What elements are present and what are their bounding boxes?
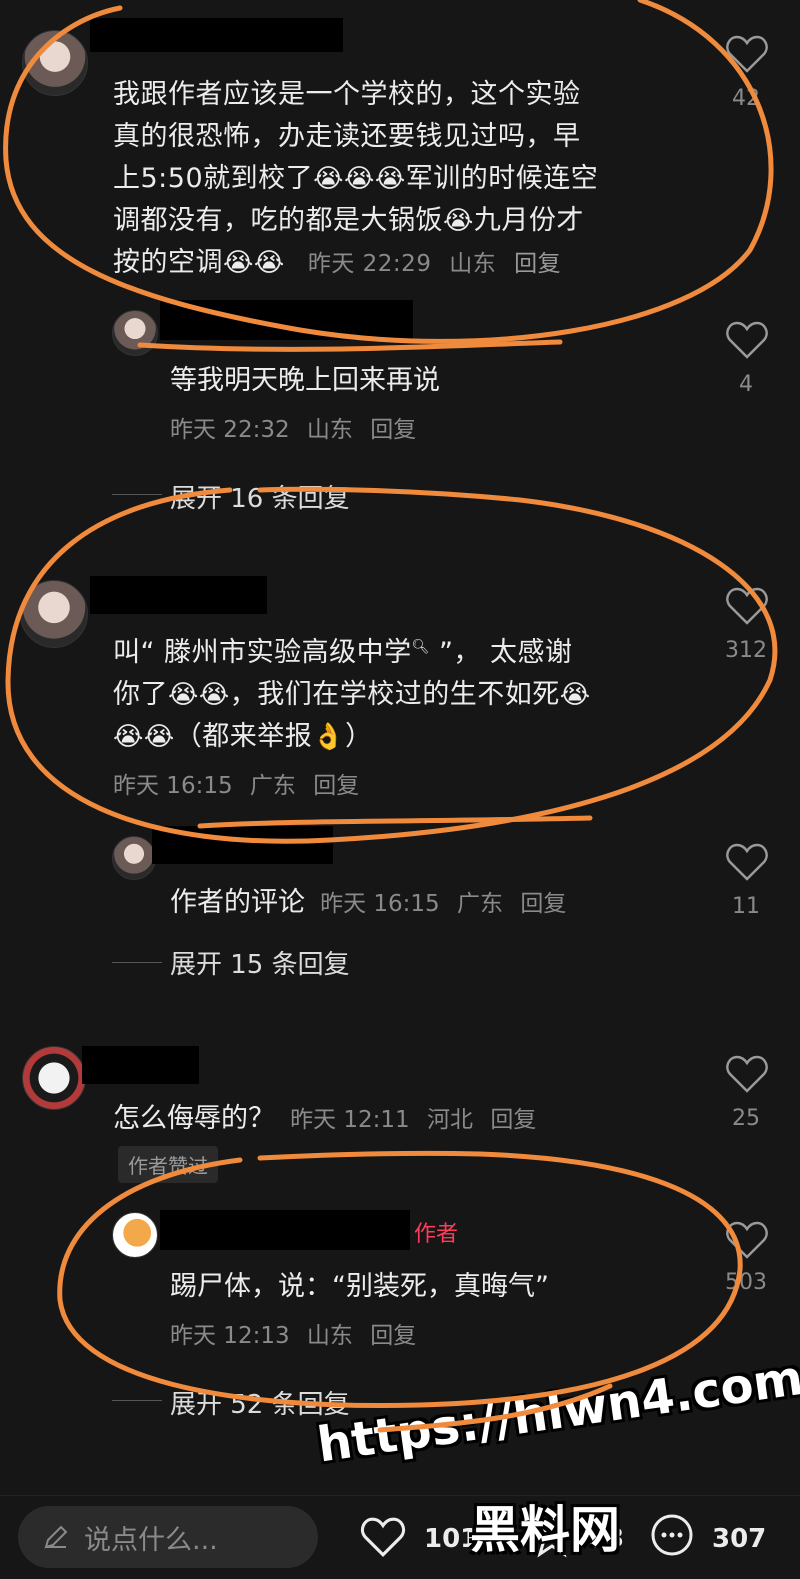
heart-outline-icon[interactable] [725,586,769,626]
crying-emoji-icon: 😭😭 [223,248,285,278]
redacted-username [160,1210,410,1250]
reply-text: 作者的评论 [170,887,305,918]
comment-time: 昨天 16:15 [113,773,233,799]
search-icon[interactable]: 🔍︎ [412,639,430,655]
avatar[interactable] [22,1046,86,1110]
bottom-bar: 说点什么... 1015 93 307 [0,1495,800,1579]
reply-button[interactable]: 回复 [313,773,359,799]
comment-text: 叫“ 滕州市实验高级中学🔍︎ ”， 太感谢 你了😭😭，我们在学校过的生不如死😭 … [113,637,591,752]
comment-time: 昨天 22:32 [170,417,290,443]
divider [112,962,162,963]
expand-replies-button[interactable]: 展开 16 条回复 [170,478,350,515]
reply-button[interactable]: 回复 [520,891,566,917]
avatar[interactable] [112,836,156,880]
comment-region: 河北 [427,1107,473,1133]
avatar[interactable] [112,310,158,356]
pencil-icon [44,1525,68,1549]
watermark-url: https://hlwn4.com [314,1349,800,1474]
crying-emoji-icon: 😭😭 [168,680,230,710]
redacted-username [160,300,413,340]
comment-region: 山东 [306,417,353,443]
reply-button[interactable]: 回复 [514,251,561,277]
heart-outline-icon[interactable] [725,842,769,882]
comment-region: 广东 [457,891,503,917]
crying-emoji-icon: 😭 [559,680,591,710]
divider [112,494,162,495]
comment-input[interactable]: 说点什么... [18,1506,318,1568]
expand-replies-button[interactable]: 展开 15 条回复 [170,944,350,981]
comment-region: 山东 [306,1323,353,1349]
redacted-username [152,826,333,864]
like-count: 11 [732,894,760,919]
comment-bubble-icon[interactable] [648,1512,696,1560]
comment-text: 我跟作者应该是一个学校的，这个实验 真的很恐怖，办走读还要钱见过吗，早 上5:5… [113,79,599,278]
crying-emoji-icon: 😭 [443,206,474,236]
comment-region: 广东 [249,773,296,799]
crying-emoji-icon: 😭😭😭 [313,164,406,194]
comment-text: 怎么侮辱的？ [113,1103,275,1134]
comment-time: 昨天 12:11 [290,1107,410,1133]
avatar[interactable] [20,580,88,648]
author-tag: 作者 [414,1222,459,1247]
redacted-username [90,18,343,52]
heart-outline-icon[interactable] [725,320,769,360]
avatar[interactable] [112,1212,158,1258]
heart-outline-icon[interactable] [725,1054,769,1094]
heart-outline-icon[interactable] [725,1220,769,1260]
redacted-username [90,576,267,614]
comment-time: 昨天 22:29 [307,251,432,277]
reply-button[interactable]: 回复 [490,1107,536,1133]
reply-button[interactable]: 回复 [370,417,416,443]
heart-outline-icon[interactable] [725,34,769,74]
comment-region: 山东 [449,251,497,277]
comment-time: 昨天 12:13 [170,1323,290,1349]
comment-time: 昨天 16:15 [320,891,440,917]
author-liked-badge: 作者赞过 [118,1146,218,1183]
like-count: 25 [732,1106,760,1131]
like-count: 42 [732,86,760,111]
ok-hand-emoji-icon: 👌 [312,722,346,752]
divider [112,1400,162,1401]
redacted-username [82,1046,199,1084]
reply-text: 踢尸体，说：“别装死，真晦气” [170,1271,549,1302]
crying-emoji-icon: 😭😭 [113,722,175,752]
like-count: 4 [739,372,753,397]
comment-count: 307 [712,1524,767,1554]
watermark-text: 黑料网 [470,1501,620,1559]
reply-button[interactable]: 回复 [370,1323,416,1349]
avatar[interactable] [22,30,88,96]
heart-outline-icon[interactable] [360,1516,406,1558]
expand-replies-button[interactable]: 展开 52 条回复 [170,1384,350,1421]
reply-text: 等我明天晚上回来再说 [170,365,440,396]
like-count: 312 [725,638,767,663]
like-count: 503 [725,1270,767,1295]
